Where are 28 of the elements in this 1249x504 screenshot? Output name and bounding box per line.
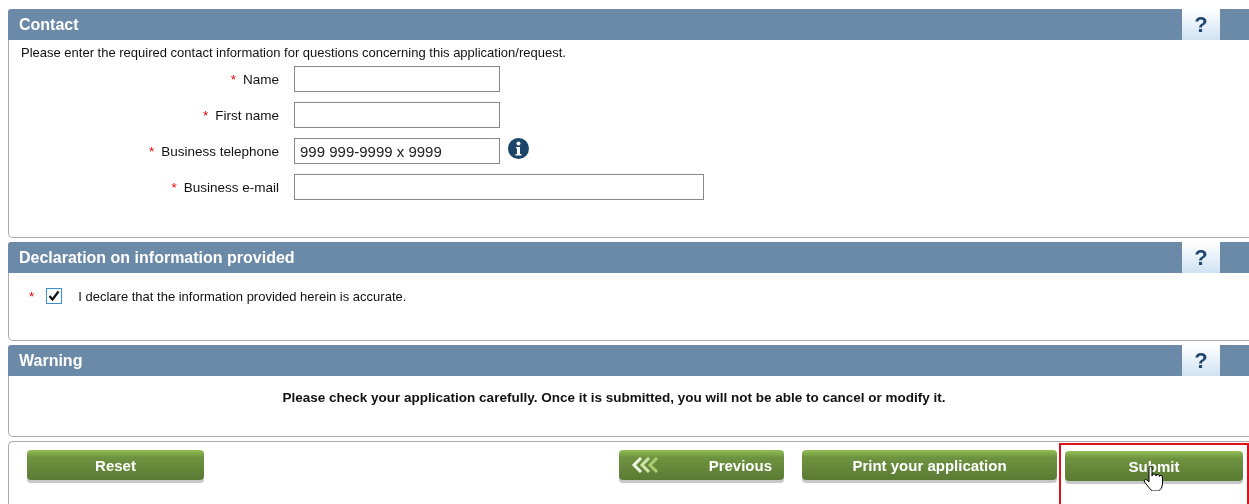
- checkbox-label: I declare that the information provided herein is accurate.: [78, 288, 407, 304]
- form-button[interactable]: Submit: [1065, 451, 1243, 481]
- help-button[interactable]: ?: [1182, 345, 1220, 376]
- help-button[interactable]: ?: [1182, 9, 1220, 40]
- section-title: Declaration on information provided: [19, 248, 295, 267]
- text-field[interactable]: [294, 102, 500, 128]
- form-button[interactable]: Reset: [27, 450, 204, 480]
- help-button[interactable]: ?: [1182, 242, 1220, 273]
- field-label: Business telephone: [161, 143, 279, 159]
- required-mark: *: [29, 288, 35, 304]
- required-mark: *: [148, 143, 155, 159]
- checkbox[interactable]: [46, 288, 63, 304]
- section-title: Contact: [19, 15, 79, 34]
- text-field[interactable]: 999 999-9999 x 9999: [294, 138, 500, 164]
- field-label: Name: [243, 71, 279, 87]
- field-label: Business e-mail: [183, 179, 279, 195]
- section-title: Warning: [19, 351, 83, 370]
- text-field[interactable]: [294, 174, 704, 200]
- intro-text: Please enter the required contact information for questions concerning this application/request.: [21, 45, 566, 60]
- required-mark: *: [230, 71, 236, 87]
- form-button[interactable]: Print your application: [802, 450, 1057, 480]
- warning-message: Please check your application carefully. Once it is submitted, you will not be able to cancel or modify it.: [282, 390, 946, 405]
- required-mark: *: [202, 107, 209, 123]
- info-icon[interactable]: [508, 137, 529, 159]
- previous-button[interactable]: Previous: [619, 450, 784, 480]
- required-mark: *: [171, 179, 177, 195]
- field-label: First name: [215, 107, 279, 123]
- text-field[interactable]: [294, 66, 500, 92]
